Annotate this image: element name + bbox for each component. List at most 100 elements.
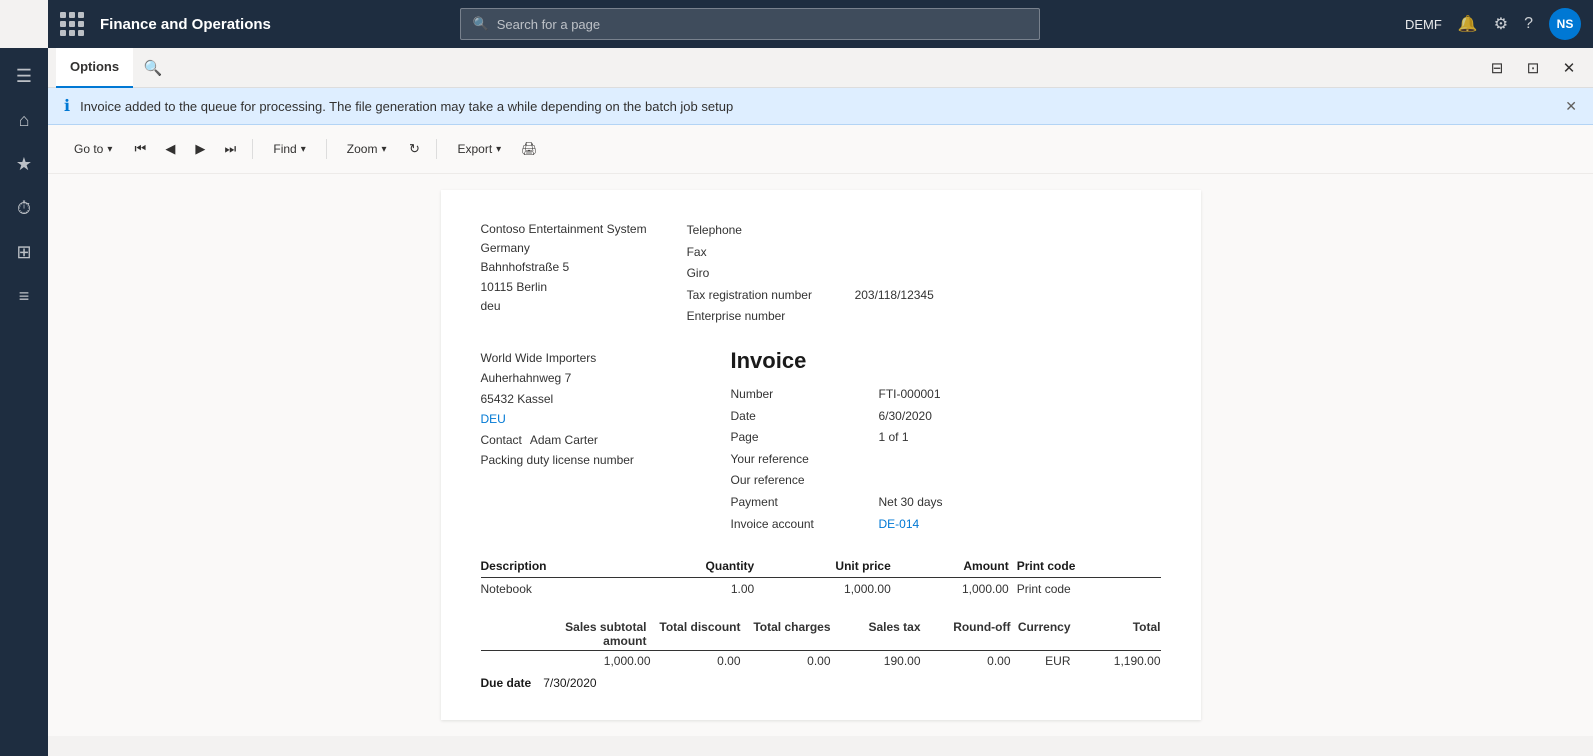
tax-reg-label: Tax registration number <box>687 285 847 307</box>
enterprise-label: Enterprise number <box>687 306 786 328</box>
toolbar-divider-1 <box>252 139 253 159</box>
item-print-code: Print code <box>1017 578 1161 601</box>
inv-date-label: Date <box>731 406 871 428</box>
totals-data: 1,000.00 0.00 0.00 190.00 0.00 EUR 1,190… <box>481 651 1161 668</box>
table-row: Notebook 1.00 1,000.00 1,000.00 Print co… <box>481 578 1161 601</box>
find-button[interactable]: Find ▾ <box>263 135 315 163</box>
zoom-button[interactable]: Zoom ▾ <box>337 135 397 163</box>
inv-date-value: 6/30/2020 <box>879 406 932 428</box>
inv-page-label: Page <box>731 427 871 449</box>
subtotal-amount-label: amount <box>561 634 647 648</box>
info-close-button[interactable]: ✕ <box>1565 98 1577 115</box>
customer-name: World Wide Importers <box>481 348 701 368</box>
contact-label: Contact <box>481 430 522 450</box>
sidebar-home-icon[interactable]: ⌂ <box>4 100 44 140</box>
export-chevron-icon: ▾ <box>496 144 501 155</box>
sidebar-favorites-icon[interactable]: ★ <box>4 144 44 184</box>
col-description: Description <box>481 555 641 578</box>
customer-country-link[interactable]: DEU <box>481 412 506 426</box>
item-quantity: 1.00 <box>640 578 762 601</box>
last-page-button[interactable]: ⏭ <box>218 137 242 161</box>
toolbar-window-controls: ⊟ ⊡ ✕ <box>1481 52 1593 84</box>
invoice-details: Invoice Number FTI-000001 Date 6/30/2020… <box>731 348 1161 535</box>
sidebar-recent-icon[interactable]: ⏱ <box>4 188 44 228</box>
document-toolbar: Go to ▾ ⏮ ◀ ▶ ⏭ Find ▾ Zoom ▾ ↻ Export ▾ <box>48 125 1593 174</box>
col-amount: Amount <box>899 555 1017 578</box>
print-button[interactable]: 🖨 <box>517 137 541 161</box>
toolbar-search-button[interactable]: 🔍 <box>137 52 169 84</box>
fax-label: Fax <box>687 242 707 264</box>
notification-icon[interactable]: 🔔 <box>1458 14 1478 34</box>
top-nav: Finance and Operations 🔍 Search for a pa… <box>48 0 1593 48</box>
prev-page-button[interactable]: ◀ <box>158 137 182 161</box>
inv-page-value: 1 of 1 <box>879 427 909 449</box>
sales-tax-header: Sales tax <box>831 620 921 648</box>
company-city: 10115 Berlin <box>481 278 647 297</box>
contact-value: Adam Carter <box>530 430 598 450</box>
total-discount-value: 0.00 <box>651 654 741 668</box>
settings-icon[interactable]: ⚙ <box>1494 14 1508 34</box>
currency-value: EUR <box>1011 654 1071 668</box>
invoice-title: Invoice <box>731 348 1161 374</box>
export-button[interactable]: Export ▾ <box>447 135 511 163</box>
info-icon: ℹ <box>64 96 70 116</box>
apps-grid-icon[interactable] <box>60 12 84 36</box>
inv-account-value[interactable]: DE-014 <box>879 514 920 536</box>
user-avatar[interactable]: NS <box>1549 8 1581 40</box>
help-icon[interactable]: ? <box>1524 15 1533 33</box>
due-date-value: 7/30/2020 <box>543 676 596 690</box>
customer-city: 65432 Kassel <box>481 389 701 409</box>
total-header: Total <box>1071 620 1161 648</box>
invoice-fields: Number FTI-000001 Date 6/30/2020 Page 1 … <box>731 384 1161 535</box>
next-page-button[interactable]: ▶ <box>188 137 212 161</box>
item-description: Notebook <box>481 578 641 601</box>
company-address: Contoso Entertainment System Germany Bah… <box>481 220 647 328</box>
invoice-items-table: Description Quantity Unit price Amount P… <box>481 555 1161 600</box>
sidebar-menu-icon[interactable]: ☰ <box>4 56 44 96</box>
round-off-header: Round-off <box>921 620 1011 648</box>
refresh-button[interactable]: ↻ <box>402 137 426 161</box>
customer-street: Auherhahnweg 7 <box>481 368 701 388</box>
company-street: Bahnhofstraße 5 <box>481 258 647 277</box>
search-placeholder: Search for a page <box>497 17 600 32</box>
global-search[interactable]: 🔍 Search for a page <box>460 8 1040 40</box>
goto-chevron-icon: ▾ <box>107 144 112 155</box>
invoice-body: World Wide Importers Auherhahnweg 7 6543… <box>481 348 1161 535</box>
sales-tax-value: 190.00 <box>831 654 921 668</box>
col-quantity: Quantity <box>640 555 762 578</box>
inv-number-label: Number <box>731 384 871 406</box>
inv-account-label: Invoice account <box>731 514 871 536</box>
company-name: Contoso Entertainment System <box>481 220 647 239</box>
content-area: Go to ▾ ⏮ ◀ ▶ ⏭ Find ▾ Zoom ▾ ↻ Export ▾ <box>48 125 1593 736</box>
zoom-chevron-icon: ▾ <box>381 144 386 155</box>
app-title: Finance and Operations <box>100 16 271 33</box>
environment-label: DEMF <box>1405 17 1442 32</box>
telephone-label: Telephone <box>687 220 742 242</box>
sidebar-list-icon[interactable]: ≡ <box>4 276 44 316</box>
left-sidebar: ☰ ⌂ ★ ⏱ ⊞ ≡ <box>0 48 48 756</box>
subtotal-label: Sales subtotal <box>561 620 647 634</box>
secondary-toolbar: Options 🔍 ⊟ ⊡ ✕ <box>48 48 1593 88</box>
inv-your-ref-label: Your reference <box>731 449 871 471</box>
expand-panel-button[interactable]: ⊡ <box>1517 52 1549 84</box>
giro-label: Giro <box>687 263 710 285</box>
goto-button[interactable]: Go to ▾ <box>64 135 122 163</box>
packing-label: Packing duty license number <box>481 450 701 470</box>
due-date-label: Due date <box>481 676 532 690</box>
tab-options[interactable]: Options <box>56 48 133 88</box>
toolbar-divider-2 <box>326 139 327 159</box>
minimize-panel-button[interactable]: ⊟ <box>1481 52 1513 84</box>
due-date-row: Due date 7/30/2020 <box>481 676 1161 690</box>
item-amount: 1,000.00 <box>899 578 1017 601</box>
close-panel-button[interactable]: ✕ <box>1553 52 1585 84</box>
col-unit-price: Unit price <box>762 555 899 578</box>
total-value: 1,190.00 <box>1071 654 1161 668</box>
currency-header: Currency <box>1011 620 1071 648</box>
sidebar-workspaces-icon[interactable]: ⊞ <box>4 232 44 272</box>
total-discount-header: Total discount <box>651 620 741 648</box>
first-page-button[interactable]: ⏮ <box>128 137 152 161</box>
round-off-value: 0.00 <box>921 654 1011 668</box>
tax-reg-value: 203/118/12345 <box>855 285 934 307</box>
customer-info: World Wide Importers Auherhahnweg 7 6543… <box>481 348 701 535</box>
item-unit-price: 1,000.00 <box>762 578 899 601</box>
